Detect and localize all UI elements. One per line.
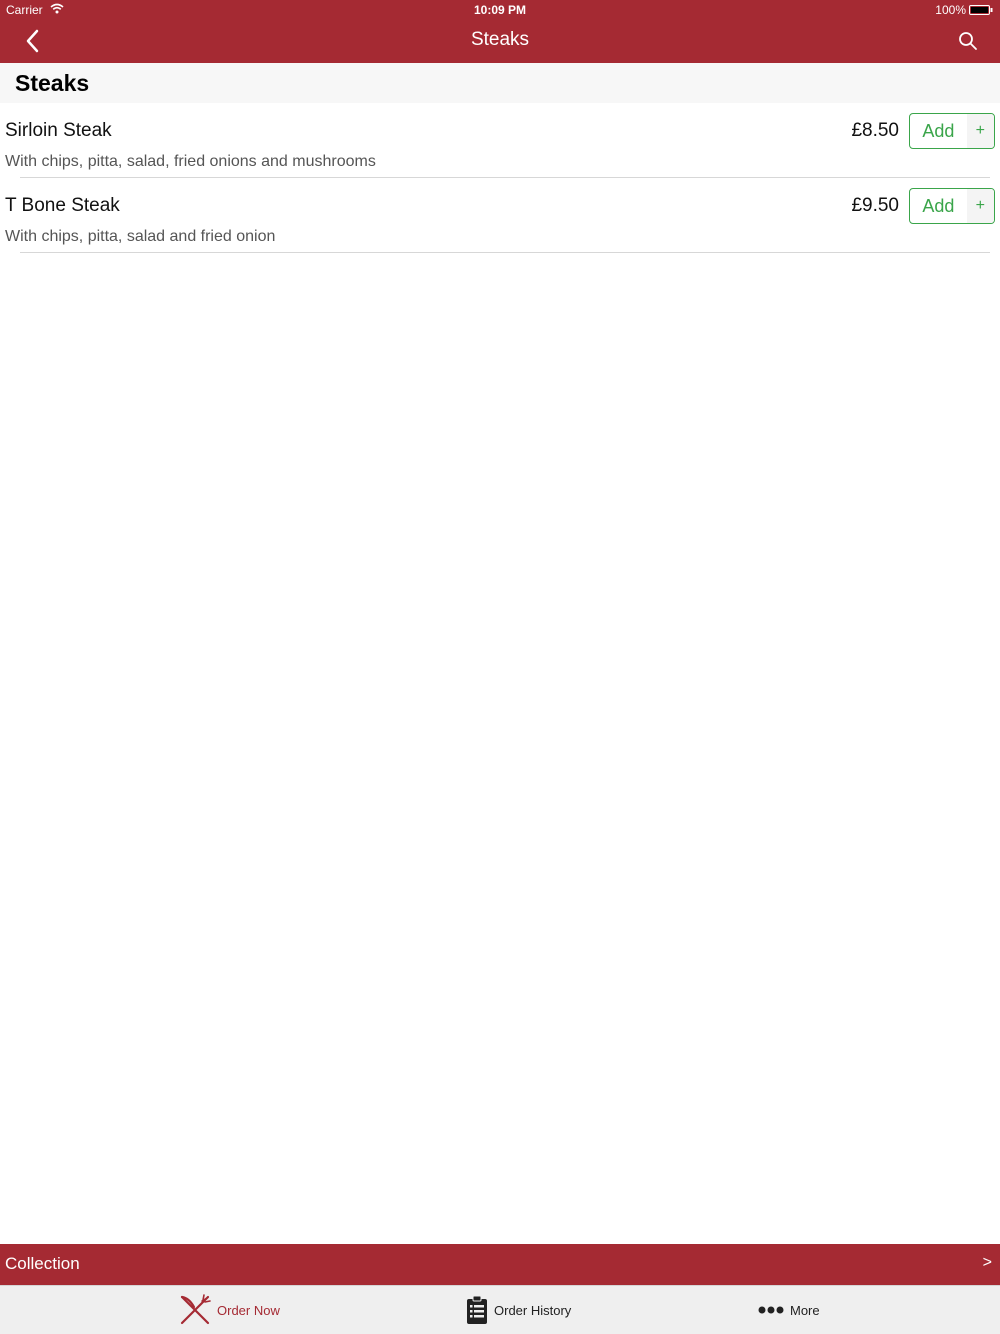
add-button[interactable]: Add + — [909, 188, 995, 224]
item-price: £8.50 — [851, 120, 899, 141]
item-description: With chips, pitta, salad and fried onion — [5, 228, 276, 245]
nav-title: Steaks — [470, 29, 530, 50]
menu-item[interactable]: T Bone Steak With chips, pitta, salad an… — [0, 178, 1000, 253]
tab-label: Order Now — [217, 1302, 280, 1318]
section-header: Steaks — [0, 63, 1000, 103]
battery-icon — [969, 5, 993, 15]
search-button[interactable] — [954, 27, 982, 55]
tab-label: Order History — [494, 1302, 572, 1318]
plus-icon: + — [966, 189, 994, 223]
plus-icon: + — [966, 114, 994, 148]
collection-bar[interactable]: Collection > — [0, 1244, 1000, 1285]
section-title: Steaks — [15, 70, 90, 96]
status-time: 10:09 PM — [473, 3, 527, 17]
status-battery-text: 100% — [935, 3, 966, 17]
add-button[interactable]: Add + — [909, 113, 995, 149]
clipboard-list-icon — [466, 1295, 488, 1325]
header: Carrier 10:09 PM 100% Steaks — [0, 0, 1000, 63]
page: Carrier 10:09 PM 100% Steaks Steaks Sirl… — [0, 0, 1000, 1334]
tab-label: More — [790, 1302, 820, 1318]
add-button-label: Add — [922, 195, 955, 216]
fork-knife-icon — [179, 1294, 211, 1326]
tab-bar: Order Now Order History More — [0, 1285, 1000, 1334]
collection-label: Collection — [5, 1254, 80, 1273]
more-dots-icon — [758, 1306, 784, 1314]
item-name: Sirloin Steak — [5, 120, 112, 141]
status-bar: Carrier 10:09 PM 100% — [0, 0, 1000, 20]
nav-bar: Steaks — [0, 20, 1000, 63]
item-price: £9.50 — [851, 195, 899, 216]
item-description: With chips, pitta, salad, fried onions a… — [5, 153, 376, 170]
tab-more[interactable]: More — [758, 1286, 820, 1334]
divider — [20, 252, 990, 253]
search-icon — [959, 32, 977, 50]
menu-item[interactable]: Sirloin Steak With chips, pitta, salad, … — [0, 103, 1000, 178]
add-button-label: Add — [922, 120, 955, 141]
tab-order-now[interactable]: Order Now — [179, 1286, 280, 1334]
menu-list: Sirloin Steak With chips, pitta, salad, … — [0, 103, 1000, 253]
chevron-right-icon: > — [982, 1254, 992, 1271]
tab-order-history[interactable]: Order History — [466, 1286, 571, 1334]
item-name: T Bone Steak — [5, 195, 120, 216]
